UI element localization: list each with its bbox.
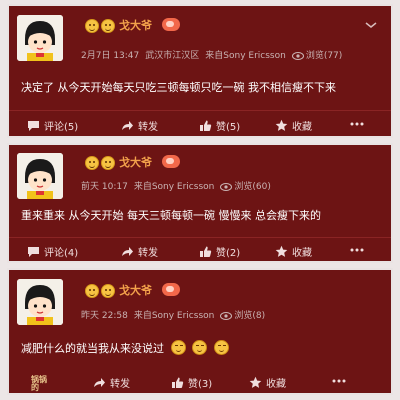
view-count: 浏览(8) (234, 311, 266, 321)
favorite-button[interactable]: 收藏 (275, 242, 312, 260)
emoji-pair (85, 156, 115, 170)
post-text: 决定了 从今天开始每天只吃三顿每顿只吃一碗 我不相信瘦不下来 (21, 81, 336, 94)
post-source: 来自Sony Ericsson (133, 182, 215, 192)
post-text: 重来重来 从今天开始 每天三顿每顿一碗 慢慢来 总会瘦下来的 (21, 209, 321, 222)
eye-icon (291, 52, 304, 60)
comment-icon (28, 246, 39, 257)
post-date: 昨天 22:58 (81, 311, 128, 321)
like-button[interactable]: 赞(5) (199, 116, 240, 134)
emoji-face-icon (192, 340, 207, 355)
post-location: 武汉市江汉区 (145, 51, 200, 61)
divider (9, 110, 391, 111)
chevron-down-icon[interactable] (363, 20, 379, 30)
like-icon (200, 246, 212, 257)
vip-icon (162, 18, 180, 31)
username[interactable]: 戈大爷 (119, 155, 152, 171)
divider (9, 237, 391, 238)
comment-label: 评论(5) (44, 121, 79, 133)
favorite-button[interactable]: 收藏 (275, 116, 312, 134)
emoji-face-icon (213, 340, 229, 355)
like-button[interactable]: 赞(2) (199, 242, 240, 260)
emoji-pair (85, 284, 115, 298)
favorite-button[interactable]: 收藏 (249, 373, 286, 391)
ellipsis-icon[interactable] (349, 119, 365, 129)
repost-button[interactable]: 转发 (93, 373, 130, 391)
repost-icon (122, 246, 133, 256)
avatar-girl (17, 153, 63, 199)
eye-icon (220, 312, 233, 320)
like-icon (172, 377, 184, 388)
ellipsis-icon[interactable] (331, 376, 347, 386)
vip-icon (162, 283, 180, 296)
favorite-label: 收藏 (266, 378, 286, 390)
username[interactable]: 戈大爷 (119, 18, 152, 34)
view-count: 浏览(60) (234, 182, 271, 192)
emoji-face-icon (85, 284, 99, 298)
comment-button[interactable]: 评论(5) (27, 116, 78, 134)
repost-icon (122, 120, 133, 130)
favorite-label: 收藏 (292, 247, 312, 259)
star-icon (249, 376, 262, 388)
weibo-post-1: 戈大爷 2月7日 13:47 武汉市江汉区 来自Sony Ericsson 浏览… (7, 4, 393, 138)
star-icon (275, 245, 288, 257)
like-label: 赞(3) (188, 378, 213, 390)
repost-label: 转发 (138, 247, 158, 259)
emoji-pair (85, 19, 115, 33)
avatar[interactable] (17, 153, 63, 199)
avatar[interactable] (17, 279, 63, 325)
action-bar: 评论(4) 转发 赞(2) 收藏 (9, 242, 391, 260)
action-bar: 评论(5) 转发 赞(5) 收藏 (9, 116, 391, 134)
emoji-face-icon (101, 19, 115, 33)
post-source: 来自Sony Ericsson (133, 311, 215, 321)
emoji-face-icon (101, 284, 115, 298)
view-count: 浏览(77) (305, 51, 343, 61)
vip-icon (162, 155, 180, 168)
post-text: 减肥什么的就当我从来没说过 (21, 342, 164, 355)
repost-button[interactable]: 转发 (121, 242, 158, 260)
comment-label: 评论(4) (44, 247, 79, 259)
action-bar: 转发 赞(3) 收藏 (9, 373, 391, 391)
emoji-face-icon (170, 340, 186, 355)
post-meta: 2月7日 13:47 武汉市江汉区 来自Sony Ericsson 浏览(77) (81, 50, 342, 62)
emoji-face-icon (101, 156, 115, 170)
post-meta: 昨天 22:58 来自Sony Ericsson 浏览(8) (81, 310, 265, 322)
avatar[interactable] (17, 15, 63, 61)
avatar-girl (17, 15, 63, 61)
star-icon (275, 119, 288, 131)
post-date: 2月7日 13:47 (81, 51, 140, 61)
like-icon (200, 120, 212, 131)
repost-label: 转发 (110, 378, 130, 390)
eye-icon (220, 183, 233, 191)
emoji-face-icon (85, 156, 99, 170)
emoji-face-icon (85, 19, 99, 33)
like-label: 赞(2) (216, 247, 241, 259)
repost-button[interactable]: 转发 (121, 116, 158, 134)
favorite-label: 收藏 (292, 121, 312, 133)
post-text-row: 减肥什么的就当我从来没说过 (21, 340, 229, 356)
post-source: 来自Sony Ericsson (205, 51, 286, 61)
weibo-post-3: 戈大爷 昨天 22:58 来自Sony Ericsson 浏览(8) 减肥什么的… (7, 268, 393, 395)
ellipsis-icon[interactable] (349, 245, 365, 255)
post-meta: 前天 10:17 来自Sony Ericsson 浏览(60) (81, 181, 271, 193)
weibo-post-2: 戈大爷 前天 10:17 来自Sony Ericsson 浏览(60) 重来重来… (7, 143, 393, 263)
repost-icon (94, 377, 105, 387)
like-button[interactable]: 赞(3) (171, 373, 212, 391)
repost-label: 转发 (138, 121, 158, 133)
username[interactable]: 戈大爷 (119, 283, 152, 299)
post-date: 前天 10:17 (81, 182, 128, 192)
comment-button[interactable]: 评论(4) (27, 242, 78, 260)
comment-icon (28, 120, 39, 131)
avatar-girl (17, 279, 63, 325)
like-label: 赞(5) (216, 121, 241, 133)
